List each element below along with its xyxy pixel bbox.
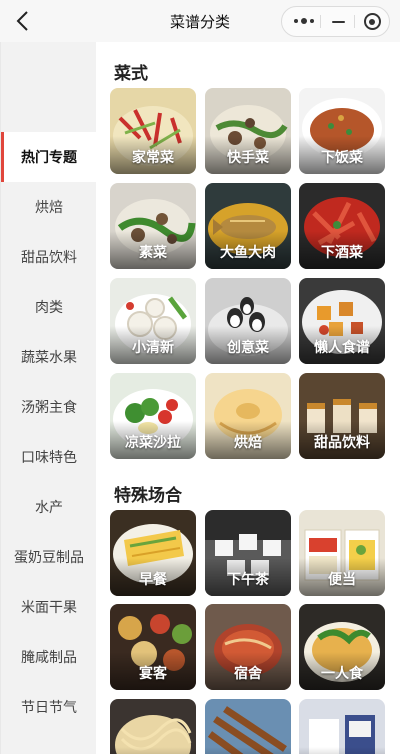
- card-shade: [110, 747, 196, 754]
- category-sidebar: 热门专题 烘焙 甜品饮料 肉类 蔬菜水果 汤粥主食 口味特色 水产 蛋奶豆制品 …: [0, 42, 97, 754]
- category-card[interactable]: [205, 699, 291, 754]
- category-card[interactable]: 凉菜沙拉: [110, 373, 196, 459]
- category-card[interactable]: 便当: [299, 510, 385, 596]
- section-title-special-occasions: 特殊场合: [114, 486, 182, 506]
- sidebar-item-flavor[interactable]: 口味特色: [1, 432, 97, 482]
- category-card[interactable]: 家常菜: [110, 88, 196, 174]
- sidebar-item-desserts-drinks[interactable]: 甜品饮料: [1, 232, 97, 282]
- navigation-bar: 菜谱分类: [0, 0, 400, 42]
- category-card[interactable]: 下午茶: [205, 510, 291, 596]
- card-label: 烘焙: [234, 435, 262, 451]
- more-button[interactable]: [286, 7, 322, 36]
- card-label: 甜品饮料: [314, 435, 370, 451]
- dessert-box-photo: [299, 699, 385, 754]
- card-label: 快手菜: [227, 150, 269, 166]
- more-dots-icon: [294, 18, 314, 24]
- sidebar-item-label: 水产: [35, 500, 63, 516]
- category-card[interactable]: 一人食: [299, 604, 385, 690]
- card-label: 创意菜: [227, 340, 269, 356]
- sidebar-item-label: 节日节气: [21, 700, 77, 716]
- category-card[interactable]: 早餐: [110, 510, 196, 596]
- category-card[interactable]: 甜品饮料: [299, 373, 385, 459]
- category-card[interactable]: 宿舍: [205, 604, 291, 690]
- card-shade: [205, 747, 291, 754]
- capsule-menu: [281, 6, 390, 37]
- card-label: 宿舍: [234, 666, 262, 682]
- category-card[interactable]: 下酒菜: [299, 183, 385, 269]
- card-label: 懒人食谱: [314, 340, 370, 356]
- sidebar-item-festivals[interactable]: 节日节气: [1, 682, 97, 732]
- category-card[interactable]: 创意菜: [205, 278, 291, 364]
- sidebar-item-cured[interactable]: 腌咸制品: [1, 632, 97, 682]
- sidebar-item-meat[interactable]: 肉类: [1, 282, 97, 332]
- noodle-photo: [110, 699, 196, 754]
- category-card[interactable]: 宴客: [110, 604, 196, 690]
- category-card[interactable]: 下饭菜: [299, 88, 385, 174]
- card-label: 家常菜: [132, 150, 174, 166]
- sidebar-item-baking[interactable]: 烘焙: [1, 182, 97, 232]
- category-card[interactable]: 大鱼大肉: [205, 183, 291, 269]
- sidebar-item-label: 蔬菜水果: [21, 350, 77, 366]
- sidebar-item-soup-staple[interactable]: 汤粥主食: [1, 382, 97, 432]
- minimize-button[interactable]: [320, 7, 356, 36]
- card-label: 宴客: [139, 666, 167, 682]
- close-target-icon: [363, 13, 381, 30]
- sidebar-item-rice-noodle-nuts[interactable]: 米面干果: [1, 582, 97, 632]
- card-label: 凉菜沙拉: [125, 435, 181, 451]
- card-label: 下饭菜: [321, 150, 363, 166]
- card-label: 早餐: [139, 572, 167, 588]
- sidebar-item-label: 热门专题: [21, 150, 77, 166]
- category-card[interactable]: 小清新: [110, 278, 196, 364]
- category-content: 菜式 家常菜 快手菜 下饭菜 素菜 大鱼大肉 下酒菜 小清新 创意菜 懒人食谱 …: [96, 42, 400, 754]
- sidebar-item-vegetables-fruits[interactable]: 蔬菜水果: [1, 332, 97, 382]
- sidebar-item-label: 口味特色: [21, 450, 77, 466]
- skewers-photo: [205, 699, 291, 754]
- category-card[interactable]: 懒人食谱: [299, 278, 385, 364]
- card-label: 便当: [328, 572, 356, 588]
- close-button[interactable]: [354, 7, 390, 36]
- sidebar-item-label: 烘焙: [35, 200, 63, 216]
- card-label: 小清新: [132, 340, 174, 356]
- card-shade: [299, 747, 385, 754]
- category-card[interactable]: 烘焙: [205, 373, 291, 459]
- card-label: 素菜: [139, 245, 167, 261]
- sidebar-item-hot-topics[interactable]: 热门专题: [1, 132, 97, 182]
- sidebar-item-egg-dairy-tofu[interactable]: 蛋奶豆制品: [1, 532, 97, 582]
- card-label: 下午茶: [227, 572, 269, 588]
- sidebar-item-label: 肉类: [35, 300, 63, 316]
- section-title-dishes: 菜式: [114, 64, 148, 84]
- category-card[interactable]: 素菜: [110, 183, 196, 269]
- sidebar-item-seafood[interactable]: 水产: [1, 482, 97, 532]
- card-label: 一人食: [321, 666, 363, 682]
- category-card[interactable]: 快手菜: [205, 88, 291, 174]
- sidebar-item-label: 米面干果: [21, 600, 77, 616]
- category-card[interactable]: [110, 699, 196, 754]
- sidebar-item-label: 腌咸制品: [21, 650, 77, 666]
- category-card[interactable]: [299, 699, 385, 754]
- sidebar-item-label: 汤粥主食: [21, 400, 77, 416]
- card-label: 大鱼大肉: [220, 245, 276, 261]
- card-label: 下酒菜: [321, 245, 363, 261]
- sidebar-item-label: 蛋奶豆制品: [14, 550, 84, 566]
- sidebar-item-label: 甜品饮料: [21, 250, 77, 266]
- minimize-icon: [331, 20, 345, 23]
